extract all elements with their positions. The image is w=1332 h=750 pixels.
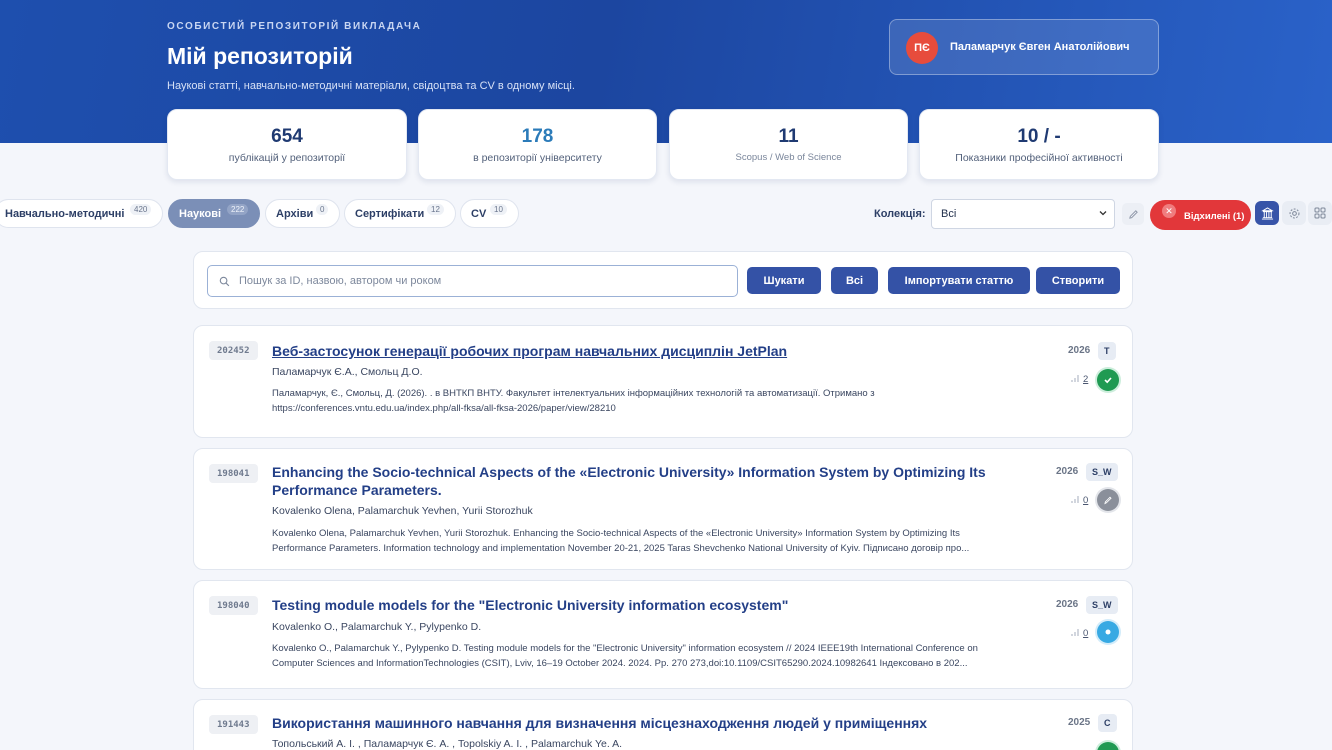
stat-label: в репозиторії університету <box>473 152 602 164</box>
building-icon <box>1260 206 1274 220</box>
gear-icon <box>1289 208 1299 218</box>
settings-button[interactable] <box>1282 201 1306 225</box>
tab-scientific[interactable]: Наукові 222 <box>168 199 260 228</box>
search-placeholder: Пошук за ID, назвою, автором чи роком <box>239 275 442 287</box>
dot-icon <box>1105 629 1111 635</box>
edit-collection-button[interactable] <box>1122 203 1144 225</box>
show-all-button[interactable]: Всі <box>831 267 878 294</box>
tab-count: 222 <box>227 204 249 215</box>
publication-title[interactable]: Testing module models for the "Electroni… <box>272 596 788 614</box>
views-count[interactable]: 0 <box>1083 495 1088 506</box>
tab-certificates[interactable]: Сертифікати 12 <box>344 199 456 228</box>
bar-chart-icon <box>1071 375 1079 382</box>
publication-citation: Паламарчук, Є., Смольц, Д. (2026). . в В… <box>272 388 875 414</box>
tab-count: 420 <box>130 204 152 215</box>
publication-id: 191443 <box>209 715 258 734</box>
pencil-icon <box>1104 496 1112 505</box>
publication-card: 191443 Використання машинного навчання д… <box>193 699 1133 750</box>
publication-year: 2026 <box>1068 345 1091 356</box>
tab-label: Наукові <box>179 207 222 220</box>
avatar: ПЄ <box>906 32 938 64</box>
publication-type-badge: T <box>1098 342 1116 360</box>
rejected-filter-button[interactable]: ✕ Відхилені (1) <box>1150 200 1251 230</box>
publication-citation: Kovalenko Olena, Palamarchuk Yevhen, Yur… <box>272 528 970 554</box>
publication-id: 198040 <box>209 596 258 615</box>
publication-title[interactable]: Enhancing the Socio-technical Aspects of… <box>272 463 987 499</box>
collection-label: Колекція: <box>874 208 926 220</box>
publication-authors: Kovalenko Olena, Palamarchuk Yevhen, Yur… <box>272 505 533 517</box>
tab-label: Архіви <box>276 207 314 220</box>
publication-type-badge: S_W <box>1086 463 1118 481</box>
publication-card: 202452 Веб-застосунок генерації робочих … <box>193 325 1133 438</box>
publication-id: 202452 <box>209 341 258 360</box>
check-icon <box>1104 377 1112 384</box>
grid-view-button[interactable] <box>1308 201 1332 225</box>
close-icon[interactable]: ✕ <box>1162 204 1176 218</box>
stat-card-university: 178 в репозиторії університету <box>418 109 657 180</box>
bar-chart-icon <box>1071 629 1079 636</box>
stat-label: публікацій у репозиторії <box>228 152 346 164</box>
stat-value: 654 <box>271 126 303 147</box>
university-view-button[interactable] <box>1255 201 1279 225</box>
stat-label: Показники професійної активності <box>955 152 1123 164</box>
tab-label: Сертифікати <box>355 207 425 220</box>
publication-type-badge: C <box>1098 714 1117 732</box>
stat-card-publications: 654 публікацій у репозиторії <box>167 109 407 180</box>
search-button[interactable]: Шукати <box>747 267 821 294</box>
tab-count: 12 <box>427 204 444 215</box>
publication-year: 2026 <box>1056 466 1079 477</box>
status-approved[interactable] <box>1097 742 1119 750</box>
status-pending[interactable] <box>1097 621 1119 643</box>
publication-card: 198041 Enhancing the Socio-technical Asp… <box>193 448 1133 570</box>
rejected-label: Відхилені (1) <box>1184 211 1245 222</box>
publication-title[interactable]: Використання машинного навчання для визн… <box>272 714 927 732</box>
grid-icon <box>1314 207 1326 219</box>
hero-eyebrow: ОСОБИСТИЙ РЕПОЗИТОРІЙ ВИКЛАДАЧА <box>167 21 422 32</box>
stat-value: 178 <box>521 126 554 147</box>
bar-chart-icon <box>1071 496 1079 503</box>
user-card[interactable]: ПЄ Паламарчук Євген Анатолійович <box>889 19 1159 75</box>
tab-methodical[interactable]: Навчально-методичні 420 <box>0 199 163 228</box>
create-button[interactable]: Створити <box>1036 267 1120 294</box>
publication-type-badge: S_W <box>1086 596 1118 614</box>
publication-card: 198040 Testing module models for the "El… <box>193 580 1133 689</box>
search-bar: Пошук за ID, назвою, автором чи роком Шу… <box>193 251 1133 309</box>
collection-select[interactable]: Всі <box>931 199 1115 229</box>
tab-count: 10 <box>490 204 507 215</box>
chevron-down-icon <box>1099 211 1107 216</box>
stat-value: 11 <box>778 126 799 147</box>
publication-authors: Kovalenko O., Palamarchuk Y., Pylypenko … <box>272 621 482 633</box>
publication-authors: Топольський А. І. , Паламарчук Є. А. , T… <box>272 738 623 750</box>
stat-value: 10 / - <box>1017 126 1061 147</box>
publication-year: 2025 <box>1068 717 1091 728</box>
publication-authors: Паламарчук Є.А., Смольц Д.О. <box>272 366 423 378</box>
tab-label: CV <box>471 207 487 220</box>
collection-selected: Всі <box>941 208 957 220</box>
stat-label: Scopus / Web of Science <box>735 152 842 163</box>
status-approved[interactable] <box>1097 369 1119 391</box>
publication-title[interactable]: Веб-застосунок генерації робочих програм… <box>272 342 787 360</box>
tab-count: 0 <box>316 204 329 215</box>
tab-archives[interactable]: Архіви 0 <box>265 199 340 228</box>
page-subtitle: Наукові статті, навчально-методичні мате… <box>167 80 575 92</box>
status-draft[interactable] <box>1097 489 1119 511</box>
views-count[interactable]: 0 <box>1083 628 1088 639</box>
import-article-button[interactable]: Імпортувати статтю <box>888 267 1030 294</box>
stat-card-activity: 10 / - Показники професійної активності <box>919 109 1159 180</box>
pencil-icon <box>1128 209 1138 219</box>
tab-cv[interactable]: CV 10 <box>460 199 519 228</box>
views-count[interactable]: 2 <box>1083 374 1088 385</box>
tab-label: Навчально-методичні <box>5 207 125 220</box>
search-input[interactable]: Пошук за ID, назвою, автором чи роком <box>207 265 738 297</box>
publication-citation: Kovalenko O., Palamarchuk Y., Pylypenko … <box>272 643 978 669</box>
user-name: Паламарчук Євген Анатолійович <box>950 41 1130 53</box>
page-title: Мій репозиторій <box>167 43 353 69</box>
stat-card-scopus: 11 Scopus / Web of Science <box>669 109 908 180</box>
publication-id: 198041 <box>209 464 258 483</box>
publication-year: 2026 <box>1056 599 1079 610</box>
search-icon <box>219 276 230 287</box>
